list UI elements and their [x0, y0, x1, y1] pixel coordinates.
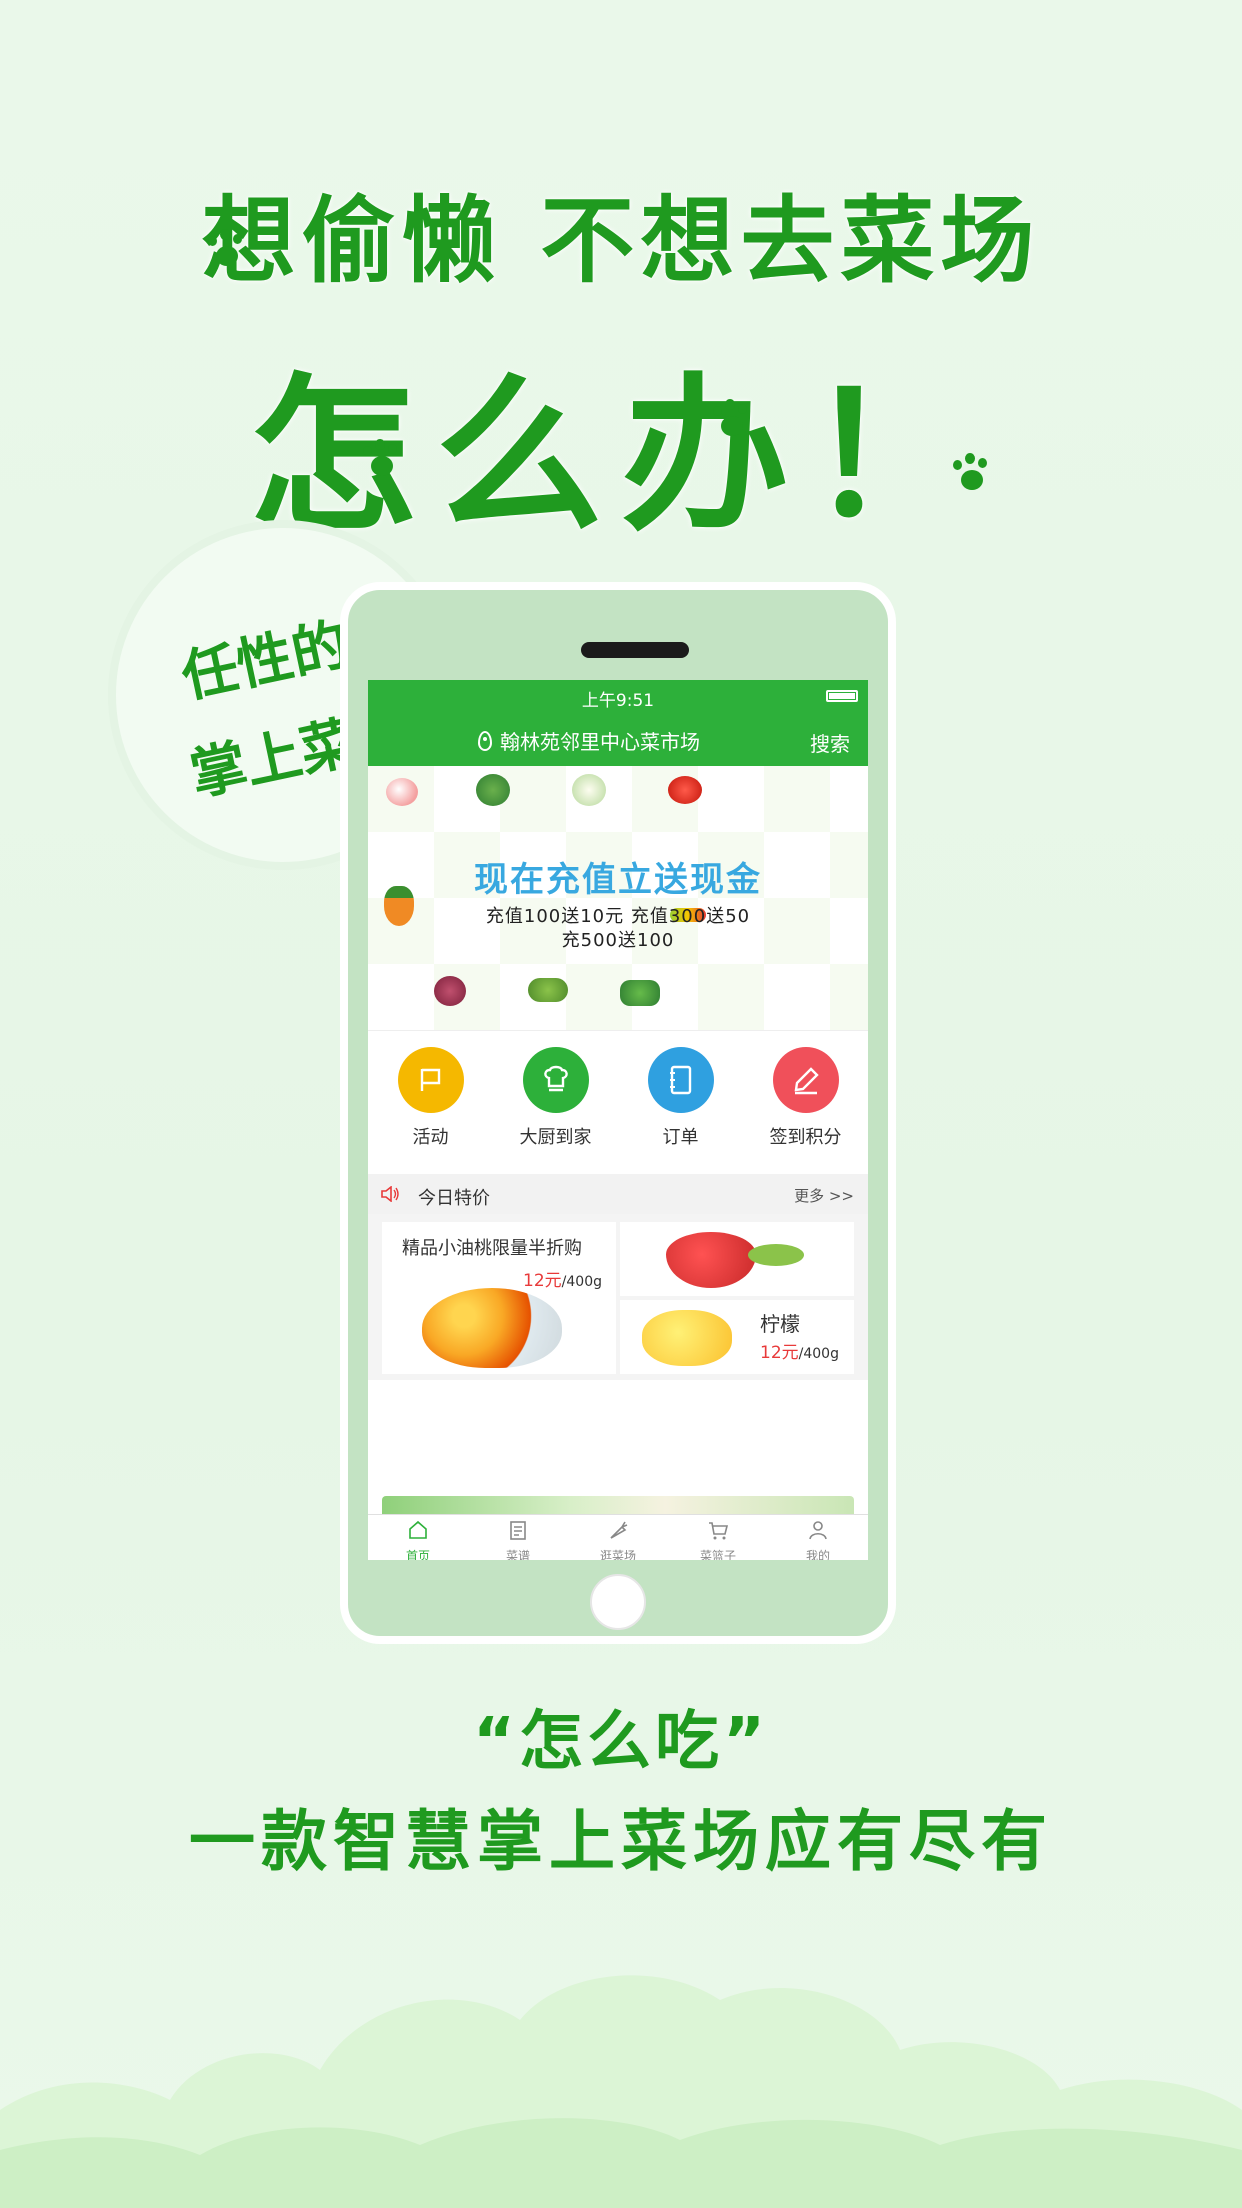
- brussels-sprouts-image: [528, 978, 568, 1002]
- deal-lemon-price: 12元/400g: [760, 1338, 839, 1363]
- deal-lemon-name: 柠檬: [760, 1312, 800, 1336]
- broccoli-image: [476, 774, 510, 806]
- tab-profile-label: 我的: [805, 1549, 830, 1560]
- flag-icon: [420, 1068, 440, 1091]
- paw-print-icon: [710, 398, 752, 440]
- red-onion-image: [434, 976, 466, 1006]
- strawberry-leaf-image: [748, 1244, 804, 1266]
- deal-nectarine-card[interactable]: 精品小油桃限量半折购 12元/400g: [382, 1222, 616, 1374]
- category-chef-label: 大厨到家: [519, 1127, 592, 1148]
- carrot-icon: [610, 1521, 628, 1539]
- phone-speaker: [581, 642, 689, 658]
- tab-profile[interactable]: 我的: [768, 1515, 868, 1560]
- promo-banner[interactable]: 现在充值立送现金 充值100送10元 充值300送50 充500送100: [368, 766, 868, 1030]
- category-shortcuts: 活动 大厨到家 订单 签到积分: [368, 1030, 868, 1174]
- category-chef[interactable]: 大厨到家: [501, 1047, 611, 1174]
- deal-lemon-price-unit: /400g: [798, 1346, 839, 1362]
- location-label: 翰林苑邻里中心菜市场: [500, 730, 700, 754]
- tab-recipes[interactable]: 菜谱: [468, 1515, 568, 1560]
- cart-icon: [709, 1522, 729, 1540]
- tagline-line-2: 一款智慧掌上菜场应有尽有: [189, 1803, 1053, 1880]
- location-pin-icon: [478, 730, 492, 751]
- paw-print-icon: [950, 452, 992, 494]
- category-chef-circle: [522, 1047, 589, 1113]
- headline-line-2: 怎么办！: [249, 358, 993, 554]
- category-checkin-label: 签到积分: [769, 1127, 842, 1148]
- location-selector[interactable]: 翰林苑邻里中心菜市场: [478, 726, 700, 755]
- badge-line-1: 任性的: [176, 612, 354, 711]
- category-checkin[interactable]: 签到积分: [751, 1047, 861, 1174]
- search-button[interactable]: 搜索: [810, 728, 850, 757]
- tab-market-label: 逛菜场: [599, 1549, 636, 1560]
- recipe-icon: [510, 1521, 526, 1540]
- special-offers-header: 今日特价 更多 >>: [368, 1174, 868, 1214]
- paw-print-icon: [360, 438, 402, 480]
- tab-basket-label: 菜篮子: [699, 1549, 736, 1560]
- chef-hat-icon: [543, 1065, 568, 1092]
- tab-home-label: 首页: [405, 1549, 430, 1560]
- tagline-line-1: “怎么吃”: [472, 1705, 770, 1779]
- deal-nectarine-price-unit: /400g: [561, 1274, 602, 1290]
- deal-nectarine-price: 12元/400g: [523, 1266, 602, 1291]
- nectarine-bowl-image: [422, 1288, 562, 1368]
- cauliflower-image: [572, 774, 606, 806]
- status-time: 上午9:51: [581, 691, 655, 711]
- phone-home-button: [590, 1574, 646, 1630]
- nav-bar: 翰林苑邻里中心菜市场 搜索: [368, 714, 868, 766]
- lemon-image: [642, 1310, 732, 1366]
- phone-mockup: 上午9:51 翰林苑邻里中心菜市场 搜索 现在充值立送现金 充值100送10元 …: [340, 582, 896, 1644]
- pen-icon: [794, 1067, 819, 1095]
- headline-line-1: 想偷懒 不想去菜场: [201, 187, 1041, 296]
- user-icon: [809, 1521, 827, 1540]
- strawberry-image: [666, 1232, 756, 1288]
- cloud-decoration: [0, 1975, 1242, 2208]
- tab-basket[interactable]: 菜篮子: [668, 1515, 768, 1560]
- deals-grid: 精品小油桃限量半折购 12元/400g 柠檬 12元/400g: [368, 1214, 868, 1380]
- tab-home[interactable]: 首页: [368, 1515, 468, 1560]
- tab-recipes-label: 菜谱: [505, 1549, 530, 1560]
- deal-strawberry-card[interactable]: [620, 1222, 854, 1296]
- paw-print-icon: [205, 228, 247, 270]
- status-bar: 上午9:51: [368, 680, 868, 714]
- herbs-image: [620, 980, 660, 1006]
- banner-offer-line-2: 充500送100: [561, 930, 675, 951]
- category-orders-label: 订单: [662, 1127, 699, 1148]
- red-pepper-image: [668, 776, 702, 804]
- category-orders[interactable]: 订单: [626, 1047, 736, 1174]
- category-checkin-circle: [772, 1047, 839, 1113]
- category-activity[interactable]: 活动: [376, 1047, 486, 1174]
- tab-bar: 首页 菜谱 逛菜场 菜篮子 我的: [368, 1514, 868, 1560]
- megaphone-icon: [381, 1186, 399, 1202]
- category-activity-circle: [397, 1047, 464, 1113]
- tab-market[interactable]: 逛菜场: [568, 1515, 668, 1560]
- app-screen: 上午9:51 翰林苑邻里中心菜市场 搜索 现在充值立送现金 充值100送10元 …: [368, 680, 868, 1560]
- onion-image: [386, 778, 418, 806]
- deal-lemon-price-value: 12元: [760, 1343, 799, 1363]
- deal-nectarine-price-value: 12元: [523, 1271, 562, 1291]
- category-activity-label: 活动: [412, 1127, 449, 1148]
- battery-icon: [826, 690, 858, 702]
- deal-nectarine-title: 精品小油桃限量半折购: [402, 1238, 582, 1259]
- deal-lemon-card[interactable]: 柠檬 12元/400g: [620, 1300, 854, 1374]
- more-link[interactable]: 更多 >>: [794, 1185, 854, 1206]
- special-offers-title: 今日特价: [418, 1188, 490, 1209]
- notebook-icon: [669, 1065, 691, 1095]
- banner-title: 现在充值立送现金: [474, 860, 762, 900]
- banner-offer-line-1: 充值100送10元 充值300送50: [485, 906, 751, 927]
- category-orders-circle: [647, 1047, 714, 1113]
- home-icon: [409, 1520, 427, 1539]
